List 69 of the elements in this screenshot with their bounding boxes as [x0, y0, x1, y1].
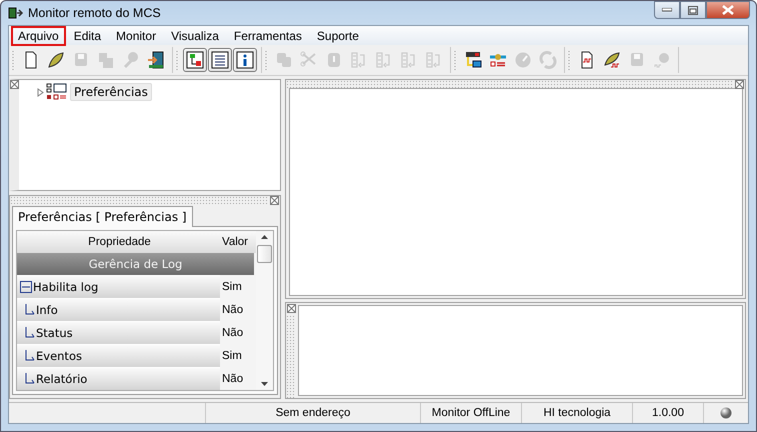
minimize-icon [662, 8, 672, 12]
toolbar-button[interactable] [208, 48, 232, 72]
status-text: HI tecnologia [522, 403, 633, 423]
close-icon[interactable] [10, 80, 19, 89]
status-light-icon [720, 407, 732, 419]
category-label: Gerência de Log [88, 257, 182, 271]
gauge-icon [514, 51, 532, 69]
maximize-icon [688, 6, 698, 14]
toolbar-grip[interactable] [12, 49, 15, 71]
scissors-icon [300, 51, 318, 69]
close-icon[interactable] [287, 304, 296, 313]
window-title: Monitor remoto do MCS [28, 6, 161, 20]
disks-icon [97, 51, 115, 69]
scroll-thumb[interactable] [257, 245, 272, 263]
status-text: Sem endereço [206, 403, 421, 423]
property-name: Relatório [36, 372, 88, 386]
toolbar-button[interactable] [183, 48, 207, 72]
preferences-icon [46, 83, 68, 101]
expander-icon[interactable] [37, 88, 44, 96]
menu-item[interactable]: Ferramentas [226, 26, 309, 46]
config-icon [489, 51, 507, 69]
toolbar-button[interactable] [233, 48, 257, 72]
menu-item[interactable]: Monitor [109, 26, 164, 46]
close-button[interactable] [706, 1, 750, 19]
status-text: 1.0.00 [633, 403, 704, 423]
column-header[interactable]: Propriedade [17, 231, 222, 253]
menu-item[interactable]: Arquivo [11, 26, 66, 46]
scroll-down-icon[interactable] [261, 382, 268, 386]
wave-leaf-icon [603, 51, 621, 69]
list-view-icon [211, 51, 229, 69]
status-text: Monitor OffLine [421, 403, 522, 423]
leaf-icon [47, 51, 65, 69]
record-icon [653, 51, 671, 69]
scroll-up-icon[interactable] [261, 235, 268, 239]
app-icon [8, 7, 24, 19]
toolbar-grip[interactable] [265, 49, 268, 71]
close-icon[interactable] [270, 196, 279, 205]
maximize-button[interactable] [680, 1, 706, 19]
menu-item[interactable]: Edita [66, 26, 108, 46]
refresh-icon [539, 51, 557, 69]
tree-item[interactable]: Preferências [70, 83, 152, 101]
property-name: Habilita log [33, 280, 98, 294]
property-name: Info [36, 303, 58, 317]
property-name: Eventos [36, 349, 82, 363]
collapse-icon[interactable] [20, 281, 32, 293]
tree-line-icon [24, 373, 35, 385]
tree-line-icon [24, 350, 35, 362]
info-icon [236, 51, 254, 69]
network-icon [464, 51, 482, 69]
column-header[interactable]: Valor [222, 231, 256, 253]
toolbar-grip[interactable] [568, 49, 571, 71]
menu-item[interactable]: Visualiza [164, 26, 226, 46]
toolbar-grip[interactable] [176, 49, 179, 71]
close-icon [722, 5, 734, 15]
close-icon[interactable] [735, 80, 744, 89]
panel-grip[interactable] [286, 80, 733, 88]
tab[interactable]: Preferências [ Preferências ] [12, 206, 193, 227]
minimize-button[interactable] [654, 1, 680, 19]
toolbar-grip[interactable] [454, 49, 457, 71]
property-name: Status [36, 326, 73, 340]
copy-icon [275, 51, 293, 69]
tree-view-icon [186, 51, 204, 69]
panel-grip[interactable] [286, 315, 295, 398]
panel-grip[interactable] [10, 196, 268, 204]
menu-item[interactable]: Suporte [310, 26, 366, 46]
tree-line-icon [24, 327, 35, 339]
paste-icon [325, 51, 343, 69]
door-icon [147, 51, 165, 69]
tree-line-icon [24, 304, 35, 316]
